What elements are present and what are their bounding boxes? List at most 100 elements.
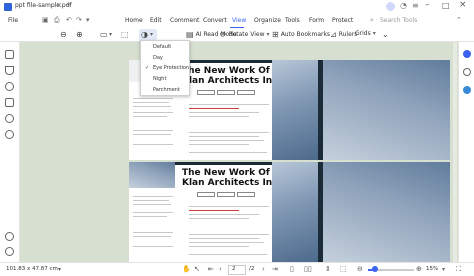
page2-building-photo — [272, 162, 318, 262]
rotate-dropdown-icon: ▾ — [266, 31, 270, 38]
first-page-icon[interactable]: ⇤ — [208, 265, 214, 273]
document-tab-label[interactable]: ppt file-sample.pdf — [15, 2, 72, 9]
rulers-button[interactable]: ⊿ Rulers — [330, 30, 357, 39]
title-bar: ppt file-sample.pdf × + ◔ ≡ – □ × — [0, 0, 474, 14]
toolbar-more-icon[interactable]: ⌄ — [382, 30, 389, 39]
rotate-view-label: Rotate View — [228, 31, 265, 38]
menu-bar: File ▣ ⎙ ↶ ↷ ▾ Home Edit Comment Convert… — [0, 14, 474, 28]
zoom-dropdown-icon[interactable]: ▾ — [442, 266, 445, 273]
help-icon[interactable] — [5, 232, 14, 241]
page-dimensions: 101.83 x 47.87 cm — [6, 266, 58, 272]
menu-form[interactable]: Form — [309, 17, 324, 24]
last-page-icon[interactable]: ⇥ — [272, 265, 278, 273]
menu-protect[interactable]: Protect — [332, 17, 353, 24]
quick-access-dropdown-icon[interactable]: ▾ — [86, 16, 90, 24]
menu-file[interactable]: File — [8, 17, 18, 24]
menu-home[interactable]: Home — [125, 17, 143, 24]
search-icon: ⌕ — [370, 16, 374, 24]
search-tools-input[interactable]: Search Tools — [380, 17, 417, 24]
properties-icon[interactable] — [463, 68, 471, 76]
menu-convert[interactable]: Convert — [203, 17, 227, 24]
bookmark-icon: ⊞ — [272, 30, 279, 39]
dropdown-item-parchment[interactable]: Parchment — [153, 87, 180, 93]
redo-icon[interactable]: ↷ — [76, 16, 82, 24]
zoom-in-icon[interactable]: ⊕ — [76, 30, 83, 39]
two-page-icon[interactable]: ▯▯ — [304, 265, 312, 273]
left-sidebar — [0, 42, 20, 262]
single-page-icon[interactable]: ▯ — [290, 265, 294, 273]
fit-page-icon[interactable]: ⬚ — [121, 30, 129, 39]
status-zoom-in-icon[interactable]: ⊕ — [416, 265, 422, 273]
hand-tool-icon[interactable]: ✋ — [182, 265, 191, 273]
auto-bookmarks-button[interactable]: ⊞ Auto Bookmarks — [272, 30, 330, 39]
tab-close-icon[interactable]: × — [56, 1, 62, 9]
menu-icon[interactable]: ≡ — [412, 1, 419, 10]
new-tab-icon[interactable]: + — [66, 1, 72, 9]
comments-panel-icon[interactable] — [5, 82, 14, 91]
status-bar: 101.83 x 47.87 cm ▾ ✋ ↖ ⇤ ‹ 2 /2 › ⇥ ▯ ▯… — [0, 262, 474, 276]
current-page: 2 — [232, 266, 236, 272]
menu-comment[interactable]: Comment — [170, 17, 199, 24]
status-zoom-out-icon[interactable]: ⊖ — [357, 265, 363, 273]
dropdown-item-day[interactable]: Day — [153, 55, 163, 61]
page-layout-dropdown-icon[interactable]: ▾ — [109, 31, 112, 38]
dropdown-item-default[interactable]: Default — [153, 44, 171, 50]
print-icon[interactable]: ⎙ — [54, 16, 60, 25]
zoom-out-icon[interactable]: ⊖ — [60, 30, 67, 39]
reading-mode-dropdown: Default Day ✓ Eye Protection Night Parch… — [140, 40, 190, 96]
eye-protection-icon: ◑ — [141, 30, 148, 39]
fullscreen-icon[interactable]: ⛶ — [456, 265, 461, 274]
feedback-icon[interactable] — [5, 247, 14, 256]
layers-icon[interactable] — [5, 130, 14, 139]
scroll-mode-icon[interactable]: ⇕ — [325, 265, 331, 273]
menu-edit[interactable]: Edit — [150, 17, 162, 24]
maximize-icon[interactable]: □ — [442, 1, 450, 10]
fit-width-icon[interactable]: ⬚ — [340, 265, 347, 273]
ai-assistant-icon[interactable] — [463, 50, 471, 58]
page-number-input[interactable] — [228, 265, 246, 275]
close-window-icon[interactable]: × — [459, 0, 467, 10]
checkmark-icon: ✓ — [145, 65, 150, 71]
page1-info-box-1 — [197, 90, 215, 95]
page2-thumbnail-photo — [129, 162, 175, 188]
page2-navy-bar — [175, 162, 272, 165]
page-layout-icon[interactable]: ▭ — [100, 30, 108, 39]
thumbnails-icon[interactable] — [5, 50, 14, 59]
menu-organize[interactable]: Organize — [254, 17, 281, 24]
select-tool-icon[interactable]: ↖ — [194, 265, 200, 273]
dimensions-dropdown-icon[interactable]: ▾ — [58, 266, 61, 273]
dropdown-item-night[interactable]: Night — [153, 76, 166, 82]
dropdown-item-eye-protection[interactable]: Eye Protection — [153, 65, 189, 71]
document-canvas[interactable]: The New Work Of Klan Architects Inc. The… — [20, 42, 458, 262]
avatar[interactable] — [386, 2, 395, 11]
rotate-view-button[interactable]: ⟳ Rotate View ▾ — [220, 30, 270, 39]
notification-icon[interactable]: ◔ — [400, 1, 407, 10]
save-icon[interactable]: ▣ — [42, 16, 49, 24]
grids-button[interactable]: Grids ▾ — [355, 30, 376, 37]
page2-info-box-3 — [237, 192, 255, 197]
bookmarks-panel-icon[interactable] — [5, 66, 14, 75]
search-panel-icon[interactable] — [5, 114, 14, 123]
zoom-level[interactable]: 15% — [426, 266, 438, 272]
menu-tools[interactable]: Tools — [285, 17, 300, 24]
page2-headline-line2: Klan Architects Inc. — [182, 178, 281, 188]
pdf-page-2: The New Work Of Klan Architects Inc. — [129, 162, 450, 262]
zoom-slider-handle[interactable] — [372, 266, 378, 272]
translate-icon[interactable] — [463, 86, 471, 94]
collapse-ribbon-icon[interactable]: ⌃ — [456, 16, 462, 24]
page2-info-box-1 — [197, 192, 215, 197]
page2-building-photo-large — [323, 162, 450, 262]
menu-view[interactable]: View — [232, 17, 246, 24]
ruler-icon: ⊿ — [330, 30, 337, 39]
vertical-scrollbar[interactable] — [453, 42, 457, 262]
next-page-icon[interactable]: › — [262, 265, 265, 273]
page1-info-box-3 — [237, 90, 255, 95]
attachments-icon[interactable] — [5, 98, 14, 107]
page1-building-photo-large — [323, 60, 450, 160]
grids-label: Grids — [355, 30, 371, 37]
previous-page-icon[interactable]: ‹ — [219, 265, 222, 273]
rotate-icon: ⟳ — [220, 30, 227, 39]
undo-icon[interactable]: ↶ — [66, 16, 72, 24]
view-toolbar: ⊖ ⊕ ▭ ▾ ⬚ ◑ ▾ ▤ AI Read Mode ⟳ Rotate Vi… — [0, 28, 474, 42]
minimize-icon[interactable]: – — [425, 0, 430, 10]
